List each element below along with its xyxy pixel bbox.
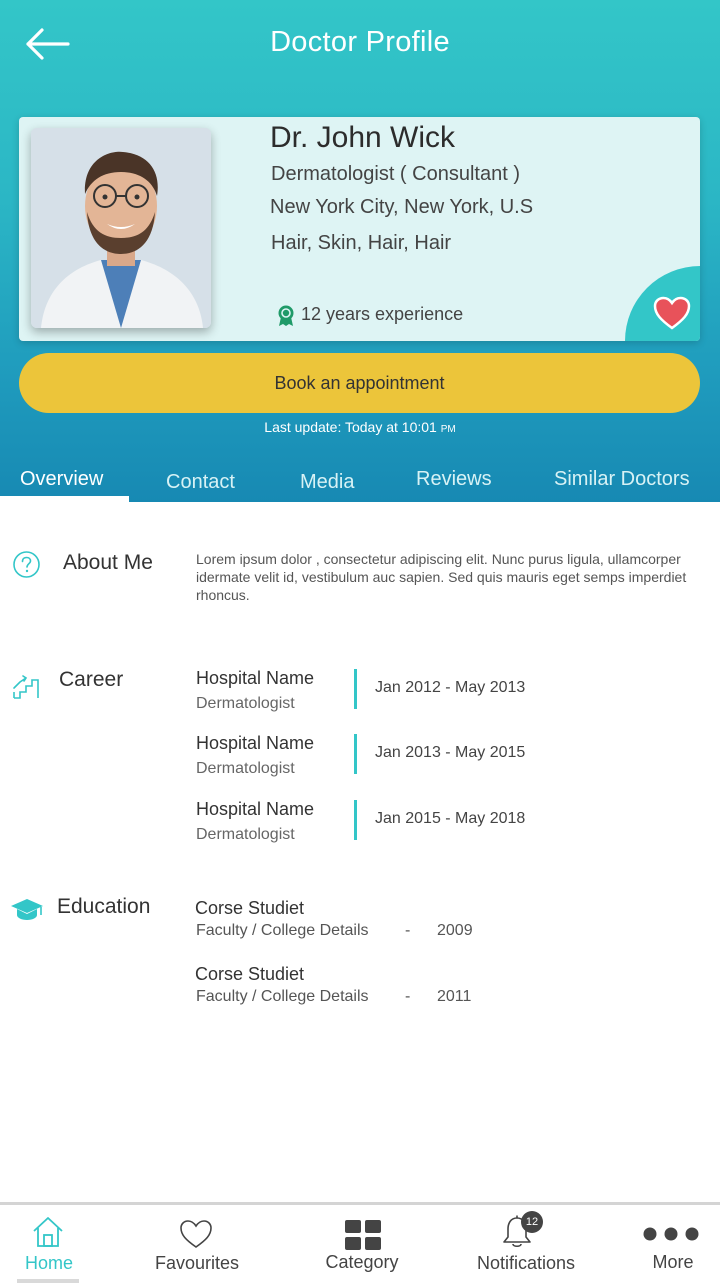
tab-media[interactable]: Media [300, 471, 354, 494]
nav-home-label: Home [24, 1253, 73, 1273]
tab-similar-doctors[interactable]: Similar Doctors [554, 468, 690, 491]
last-update-suffix: PM [440, 424, 456, 435]
education-separator: - [405, 988, 411, 1005]
education-title: Education [57, 895, 151, 918]
heart-outline-icon [180, 1220, 212, 1248]
nav-more[interactable]: More [624, 1205, 720, 1283]
more-dots-icon [643, 1227, 699, 1241]
career-divider [354, 734, 357, 774]
tab-contact[interactable]: Contact [166, 471, 235, 494]
doctor-card: Dr. John Wick Dermatologist ( Consultant… [19, 117, 700, 341]
nav-favourites[interactable]: Favourites [147, 1205, 247, 1283]
doctor-specialty: Dermatologist ( Consultant ) [271, 163, 520, 185]
about-title: About Me [63, 551, 153, 574]
nav-category[interactable]: Category [312, 1205, 412, 1283]
about-text: Lorem ipsum dolor , consectetur adipisci… [196, 551, 687, 603]
bottom-nav: Home Favourites Category 12 Notification… [0, 1202, 720, 1283]
education-detail: Faculty / College Details [196, 988, 369, 1005]
last-update: Last update: Today at 10:01 PM [0, 419, 720, 435]
education-separator: - [405, 922, 411, 939]
nav-home[interactable]: Home [0, 1205, 98, 1283]
home-icon [33, 1217, 63, 1247]
education-year: 2009 [437, 922, 473, 939]
nav-notifications-label: Notifications [476, 1253, 576, 1273]
career-divider [354, 669, 357, 709]
question-icon [13, 551, 40, 578]
heart-icon[interactable] [653, 296, 691, 330]
career-divider [354, 800, 357, 840]
career-role: Dermatologist [196, 695, 295, 712]
doctor-tags: Hair, Skin, Hair, Hair [271, 232, 452, 254]
experience-text: 12 years experience [301, 304, 464, 324]
education-year: 2011 [437, 988, 472, 1005]
doctor-name: Dr. John Wick [270, 121, 456, 154]
doctor-location: New York City, New York, U.S [270, 196, 534, 218]
book-appointment-button[interactable]: Book an appointment [19, 353, 700, 413]
nav-notifications[interactable]: 12 Notifications [466, 1205, 586, 1283]
graduation-cap-icon [11, 899, 43, 920]
doctor-photo [31, 128, 211, 328]
grid-icon [345, 1220, 381, 1250]
tab-reviews[interactable]: Reviews [416, 468, 492, 491]
last-update-text: Last update: Today at 10:01 [264, 419, 437, 435]
tab-overview[interactable]: Overview [20, 468, 103, 491]
notification-badge: 12 [521, 1211, 543, 1233]
career-title: Career [59, 668, 124, 691]
education-course: Corse Studiet [195, 964, 305, 984]
page-title: Doctor Profile [270, 26, 450, 58]
career-hospital: Hospital Name [196, 668, 315, 688]
career-role: Dermatologist [196, 760, 295, 777]
nav-favourites-label: Favourites [154, 1253, 240, 1273]
career-period: Jan 2012 - May 2013 [375, 679, 526, 696]
career-period: Jan 2015 - May 2018 [375, 810, 526, 827]
career-hospital: Hospital Name [196, 799, 315, 819]
career-stairs-icon [13, 675, 39, 699]
career-role: Dermatologist [196, 826, 295, 843]
career-period: Jan 2013 - May 2015 [375, 744, 526, 761]
education-detail: Faculty / College Details [196, 922, 369, 939]
nav-more-label: More [652, 1252, 694, 1272]
award-icon [278, 305, 294, 326]
education-course: Corse Studiet [195, 898, 305, 918]
nav-category-label: Category [325, 1252, 399, 1272]
career-hospital: Hospital Name [196, 733, 315, 753]
active-tab-indicator [0, 496, 129, 502]
